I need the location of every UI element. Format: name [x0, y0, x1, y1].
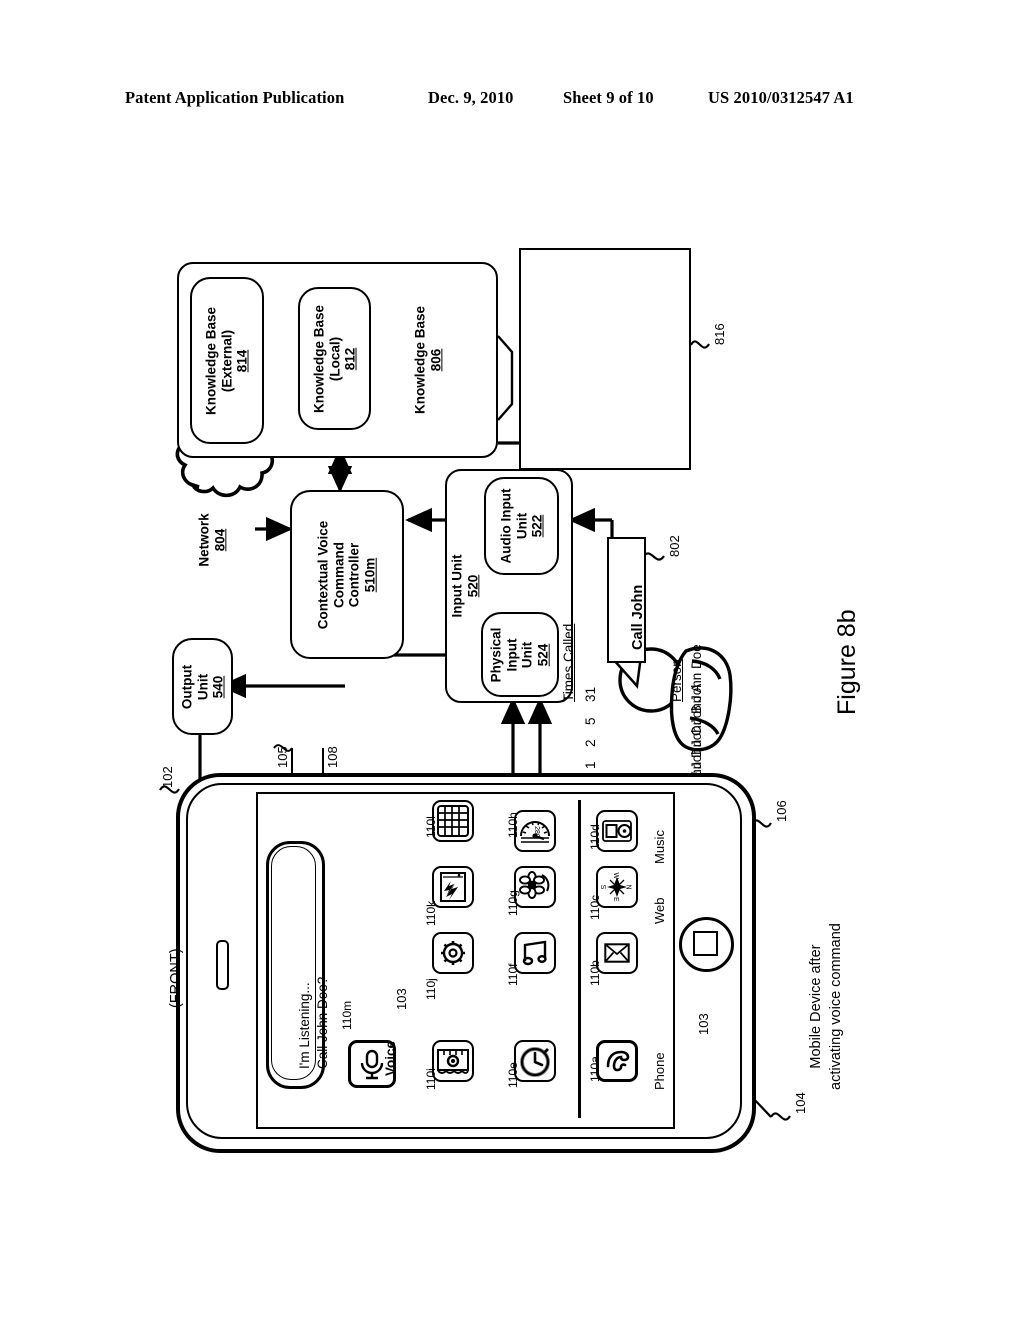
table-row: 31 [583, 686, 598, 702]
camera-icon [437, 1049, 469, 1074]
sheet-label: Sheet 9 of 10 [563, 88, 654, 107]
compass-icon: N S W E [600, 873, 632, 903]
icon-110d-music-label: Music [652, 830, 667, 864]
handset-icon [606, 1050, 630, 1072]
audio-input-unit-522: Audio Input Unit 522 [484, 477, 559, 575]
table-row: 5 [583, 717, 598, 725]
icon-110g-photos[interactable] [514, 866, 556, 908]
ipod-icon [602, 820, 632, 842]
ref-110e: 110e [506, 1062, 520, 1088]
ref-103-top: 103 [394, 988, 409, 1010]
table-header-times: Times Called [561, 623, 576, 702]
icon-110c-web-label: Web [652, 897, 667, 925]
patent-number: US 2010/0312547 A1 [708, 88, 854, 107]
earpiece-speaker [216, 940, 229, 990]
kb814-label: Knowledge Base (External) 814 [203, 306, 250, 415]
ref-110c: 110c [588, 894, 602, 920]
icon-110a-phone[interactable] [596, 1040, 638, 1082]
ref-816: 816 [712, 323, 727, 345]
times-called-table: Times Called Person 31 5 2 1 0 0 John Do… [519, 248, 704, 813]
envelope-icon [604, 943, 630, 963]
note-icon [522, 940, 547, 966]
svg-text:W: W [612, 873, 619, 880]
voice-dialog-text: I'm Listening... Call John Doe? [297, 976, 331, 1069]
weather-icon [440, 872, 466, 902]
publication-date: Dec. 9, 2010 [428, 88, 514, 107]
speech-bubble-text: Call John [630, 584, 646, 650]
table-row: 1 [583, 761, 598, 769]
controller-label: Contextual Voice Command Controller 510m [315, 520, 378, 629]
speedometer-value: 280 [533, 826, 540, 838]
icon-110h-speedometer[interactable]: 280 [514, 810, 556, 852]
ref-103-bottom: 103 [696, 1013, 711, 1035]
ref-110j: 110j [424, 978, 438, 1000]
icon-110k-weather[interactable] [432, 866, 474, 908]
table-row: 2 [583, 739, 598, 747]
ref-110m: 110m [340, 1000, 354, 1030]
table-header-person: Person [669, 659, 684, 702]
knowledge-base-external-814: Knowledge Base (External) 814 [190, 277, 264, 444]
grid-icon [437, 805, 469, 837]
speedometer-icon: 280 [520, 821, 550, 843]
physical-input-unit-524: Physical Input Unit 524 [481, 612, 559, 697]
ref-105: 105 [275, 746, 290, 768]
ref-110h: 110h [506, 812, 520, 838]
ref-110k: 110k [424, 900, 438, 926]
icon-110d-music[interactable] [596, 810, 638, 852]
clock-icon [520, 1047, 550, 1077]
kb806-label: Knowledge Base 806 [412, 305, 443, 415]
ref-104: 104 [793, 1092, 808, 1114]
front-view-label: (FRONT) [168, 948, 184, 1008]
ref-110l: 110l [424, 816, 438, 838]
icon-110l-calculator[interactable] [432, 800, 474, 842]
ref-102: 102 [160, 766, 175, 788]
ref-110b: 110b [588, 960, 602, 986]
ref-110g: 110g [506, 890, 520, 916]
dock-divider [578, 800, 581, 1118]
ref-106: 106 [774, 800, 789, 822]
output-unit-540: Output Unit 540 [172, 638, 233, 735]
ref-802: 802 [667, 535, 682, 557]
flower-icon [519, 871, 550, 899]
knowledge-base-local-812: Knowledge Base (Local) 812 [298, 287, 371, 430]
figure-caption: Figure 8b [833, 609, 861, 715]
icon-110e-clock[interactable] [514, 1040, 556, 1082]
home-button-square-icon [693, 931, 718, 956]
icon-110f-notes[interactable] [514, 932, 556, 974]
output-unit-label: Output Unit 540 [179, 664, 226, 709]
icon-110c-compass[interactable]: N S W E [596, 866, 638, 908]
icon-110b-mail[interactable] [596, 932, 638, 974]
kb812-label: Knowledge Base (Local) 812 [311, 304, 358, 413]
svg-text:E: E [612, 897, 619, 902]
svg-text:S: S [600, 885, 606, 890]
ref-110d: 110d [588, 824, 602, 850]
phone-caption: Mobile Device after activating voice com… [808, 923, 844, 1090]
ref-110a: 110a [588, 1056, 602, 1082]
input-unit-label: Input Unit 520 [449, 554, 480, 618]
gear-icon [441, 941, 465, 965]
icon-110a-phone-label: Phone [652, 1052, 667, 1090]
contextual-voice-command-controller-510m: Contextual Voice Command Controller 510m [290, 490, 404, 659]
icon-110j-settings[interactable] [432, 932, 474, 974]
ref-110f: 110f [506, 963, 520, 986]
audio-input-label: Audio Input Unit 522 [498, 488, 545, 564]
network-label: Network 804 [196, 513, 227, 567]
physical-input-label: Physical Input Unit 524 [488, 627, 551, 682]
icon-110m-voice-label: Voice [383, 1040, 398, 1076]
ref-108: 108 [325, 746, 340, 768]
ref-110i: 110i [424, 1068, 438, 1090]
icon-110i-camera[interactable] [432, 1040, 474, 1082]
publication-label: Patent Application Publication [125, 88, 345, 107]
